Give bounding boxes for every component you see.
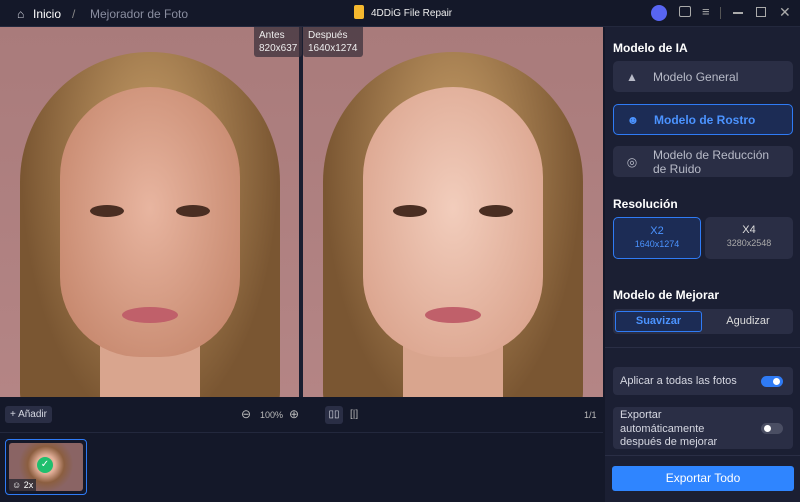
scale-badge: ☺ 2x — [9, 479, 37, 491]
image-toolbar: + Añadir ⊖ 100% ⊕ ▯▯ [|] 1/1 — [0, 403, 603, 428]
title-bar: ⌂ Inicio / Mejorador de Foto 4DDiG File … — [0, 0, 800, 27]
apply-all-row: Aplicar a todas las fotos — [613, 367, 793, 395]
zoom-level: 100% — [260, 410, 284, 420]
model-general-option[interactable]: ▲ Modelo General — [613, 61, 793, 92]
noise-icon: ◎ — [626, 154, 638, 169]
res-size: 1640x1274 — [634, 239, 680, 249]
auto-export-label: Exportar automáticamente después de mejo… — [620, 409, 718, 448]
comparison-view[interactable]: Antes 820x637 Después 1640x1274 — [0, 27, 603, 397]
option-label: Modelo de Rostro — [654, 112, 756, 127]
after-size: 1640x1274 — [308, 43, 358, 54]
apply-all-toggle[interactable] — [761, 376, 783, 387]
export-all-button[interactable]: Exportar Todo — [612, 466, 794, 491]
feedback-icon[interactable] — [679, 6, 691, 17]
smooth-option[interactable]: Suavizar — [615, 311, 702, 332]
after-label: Después 1640x1274 — [303, 27, 363, 57]
add-button[interactable]: + Añadir — [5, 406, 52, 423]
app-logo-icon — [354, 5, 364, 19]
settings-panel: Modelo de IA ▲ Modelo General ☻ Modelo de … — [605, 27, 800, 502]
resolution-x4[interactable]: X4 3280x2548 — [705, 217, 793, 259]
breadcrumb-separator: / — [72, 7, 76, 21]
auto-export-toggle[interactable] — [761, 423, 783, 434]
model-noise-option[interactable]: ◎ Modelo de Reducción de Ruido — [613, 146, 793, 177]
divider — [605, 347, 800, 348]
breadcrumb-current: Mejorador de Foto — [90, 7, 189, 21]
zoom-out-icon[interactable]: ⊖ — [241, 407, 251, 421]
close-icon[interactable]: ✕ — [779, 4, 791, 21]
zoom-in-icon[interactable]: ⊕ — [289, 407, 299, 421]
thumbnail-image: ✓ ☺ 2x — [9, 443, 83, 491]
maximize-icon[interactable] — [756, 7, 766, 17]
home-icon[interactable]: ⌂ — [17, 7, 24, 21]
breadcrumb-home[interactable]: Inicio — [33, 7, 61, 21]
res-size: 3280x2548 — [726, 238, 772, 248]
resolution-x2[interactable]: X2 1640x1274 — [613, 217, 701, 259]
page-counter: 1/1 — [584, 410, 597, 420]
apply-all-label: Aplicar a todas las fotos — [620, 375, 737, 387]
res-label: X2 — [650, 225, 664, 237]
auto-export-row: Exportar automáticamente después de mejo… — [613, 407, 793, 449]
split-view-icon[interactable]: [|] — [350, 409, 358, 420]
face-model-icon: ☺ — [12, 480, 24, 490]
face-icon: ☻ — [626, 112, 640, 127]
app-title: 4DDiG File Repair — [371, 8, 453, 19]
scale-text: 2x — [23, 480, 34, 490]
after-label-text: Después — [308, 30, 348, 41]
option-label: Modelo General — [653, 69, 739, 84]
after-image — [303, 27, 603, 397]
thumbnail-item[interactable]: ✓ ☺ 2x — [5, 439, 87, 495]
divider — [605, 455, 800, 456]
side-by-side-view-icon[interactable]: ▯▯ — [325, 406, 343, 424]
before-size: 820x637 — [259, 43, 298, 54]
minimize-icon[interactable] — [733, 12, 743, 14]
divider — [0, 432, 603, 433]
enhance-title: Modelo de Mejorar — [613, 288, 720, 302]
option-label: Modelo de Reducción de Ruido — [653, 147, 770, 176]
sharpen-option[interactable]: Agudizar — [705, 311, 791, 332]
enhance-segmented: Suavizar Agudizar — [613, 309, 793, 334]
before-image — [0, 27, 300, 397]
model-face-option[interactable]: ☻ Modelo de Rostro — [613, 104, 793, 135]
landscape-icon: ▲ — [626, 69, 638, 84]
check-icon: ✓ — [37, 457, 53, 473]
res-label: X4 — [742, 224, 756, 236]
ai-model-title: Modelo de IA — [613, 41, 688, 55]
resolution-title: Resolución — [613, 197, 678, 211]
compare-divider-handle[interactable] — [299, 27, 303, 397]
before-label: Antes 820x637 — [254, 27, 303, 57]
discord-icon[interactable] — [651, 5, 667, 21]
menu-icon[interactable]: ≡ — [702, 4, 710, 19]
divider — [720, 7, 721, 19]
before-label-text: Antes — [259, 30, 285, 41]
